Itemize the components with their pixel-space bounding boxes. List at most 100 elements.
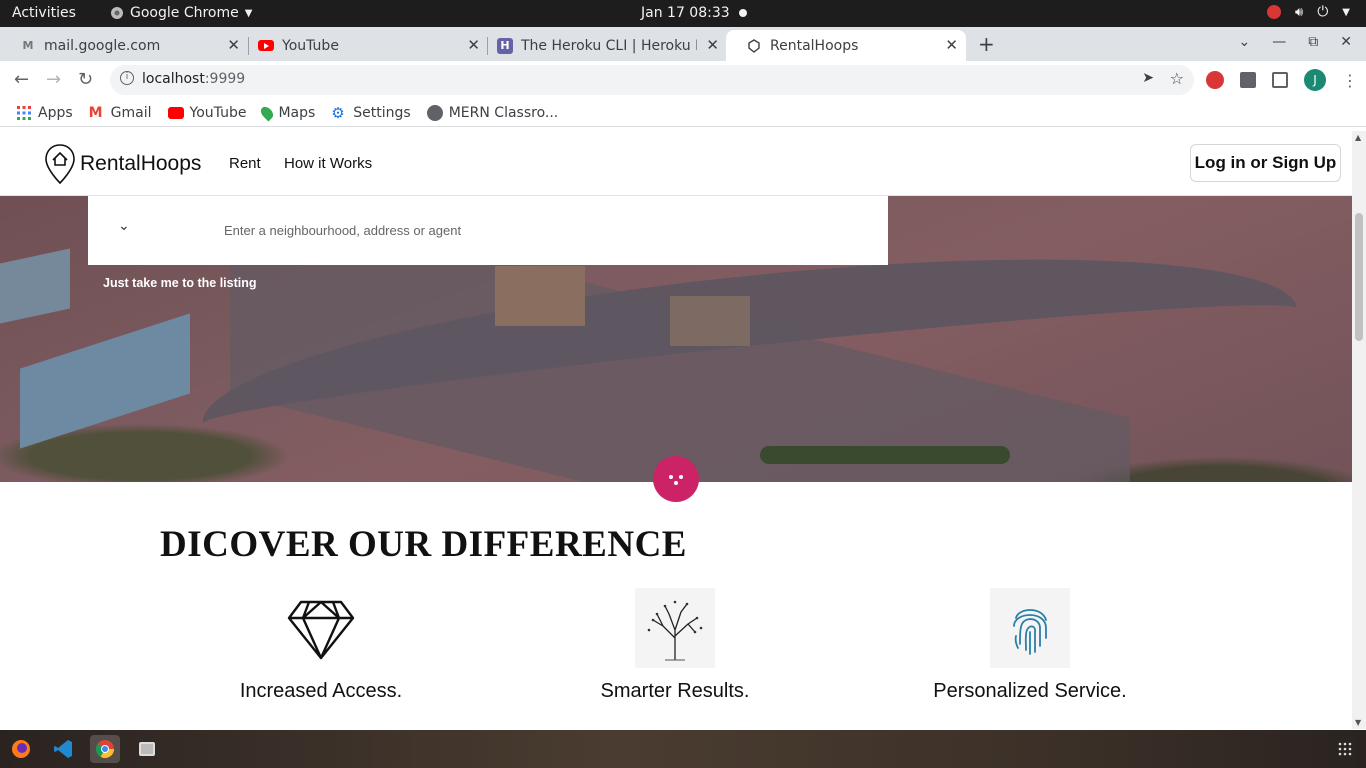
firefox-icon[interactable] <box>6 735 36 763</box>
scroll-up-arrow-icon[interactable]: ▲ <box>1355 133 1361 142</box>
app-menu-label: Google Chrome <box>130 5 239 21</box>
section-title: DICOVER OUR DIFFERENCE <box>160 524 687 565</box>
gmail-icon: M <box>22 39 34 52</box>
hero-photo-median <box>760 446 1010 464</box>
feature-label: Smarter Results. <box>600 680 750 702</box>
bookmark-label: Settings <box>353 104 411 121</box>
system-top-bar: Activities Google Chrome ▼ Jan 17 08:33 … <box>0 0 1366 27</box>
site-header: RentalHoops Rent How it Works Log in or … <box>0 131 1352 196</box>
profile-avatar[interactable]: J <box>1304 69 1326 91</box>
side-panel-icon[interactable] <box>1272 72 1288 88</box>
scroll-down-button[interactable] <box>653 456 699 502</box>
bookmark-label: Maps <box>278 104 316 121</box>
brand-name[interactable]: RentalHoops <box>80 152 201 176</box>
apps-grid-icon <box>17 105 31 120</box>
activities-button[interactable]: Activities <box>12 5 76 21</box>
house-pin-logo-icon[interactable] <box>44 143 76 185</box>
hero-photo-roof <box>0 248 70 324</box>
show-apps-grid-icon[interactable] <box>1338 742 1352 756</box>
hero-photo-building <box>670 296 750 346</box>
feature-label: Increased Access. <box>239 680 403 702</box>
notification-dot <box>739 9 747 17</box>
chrome-icon <box>111 7 123 19</box>
feature-increased-access: Increased Access. <box>171 588 471 703</box>
close-tab-icon[interactable]: ✕ <box>945 36 958 54</box>
fingerprint-icon <box>990 588 1070 668</box>
bookmark-maps[interactable]: Maps <box>258 104 316 121</box>
feature-personalized-service: Personalized Service. <box>880 588 1180 703</box>
feature-smarter-results: Smarter Results. <box>525 588 825 703</box>
system-tray[interactable]: 🔊︎ ⏻ ▼ <box>1267 4 1350 20</box>
minimize-icon[interactable]: — <box>1272 34 1286 50</box>
tab-strip: M mail.google.com ✕ YouTube ✕ H The Hero… <box>0 27 1366 61</box>
login-signup-button[interactable]: Log in or Sign Up <box>1190 144 1341 182</box>
page-scrollbar[interactable]: ▲ ▼ <box>1352 131 1366 729</box>
bookmark-star-icon[interactable]: ☆ <box>1170 69 1184 88</box>
scrollbar-thumb[interactable] <box>1355 213 1363 341</box>
bookmark-label: Gmail <box>110 104 152 121</box>
menu-kebab-icon[interactable]: ⋮ <box>1342 71 1358 90</box>
hero-photo-roof <box>20 313 190 449</box>
tab-rentalhoops[interactable]: RentalHoops ✕ <box>726 30 966 61</box>
tab-title: mail.google.com <box>44 37 161 54</box>
tab-title: YouTube <box>282 37 339 54</box>
bookmarks-bar: Apps M Gmail YouTube Maps ⚙ Settings MER… <box>0 99 1366 127</box>
app-menu[interactable]: Google Chrome ▼ <box>110 5 252 21</box>
send-tab-icon[interactable]: ➤ <box>1142 70 1154 86</box>
dock-taskbar <box>0 730 1366 768</box>
bookmark-label: MERN Classro... <box>448 104 559 121</box>
dot <box>679 475 683 479</box>
diamond-icon <box>281 588 361 668</box>
search-input[interactable] <box>224 218 864 242</box>
tree-icon <box>635 588 715 668</box>
address-bar[interactable]: i localhost:9999 ➤ ☆ <box>110 65 1194 95</box>
rentalhoops-icon <box>746 38 762 54</box>
maps-pin-icon <box>258 104 276 121</box>
extension-icon[interactable] <box>1206 71 1224 89</box>
bookmark-youtube[interactable]: YouTube <box>167 104 247 121</box>
new-tab-button[interactable]: + <box>978 32 995 56</box>
hero-photo-building <box>495 266 585 326</box>
vscode-icon[interactable] <box>48 735 78 763</box>
dot <box>669 475 673 479</box>
bookmark-label: YouTube <box>189 104 247 121</box>
files-icon[interactable] <box>132 735 162 763</box>
clock[interactable]: Jan 17 08:33 <box>641 5 730 21</box>
tab-heroku[interactable]: H The Heroku CLI | Heroku D ✕ <box>477 30 727 61</box>
url-text[interactable]: localhost:9999 <box>142 71 245 87</box>
restore-icon[interactable]: ⧉ <box>1308 34 1318 50</box>
youtube-icon <box>167 106 184 119</box>
scroll-down-arrow-icon[interactable]: ▼ <box>1355 718 1361 727</box>
bookmark-apps[interactable]: Apps <box>16 105 73 121</box>
bookmark-label: Apps <box>38 104 73 121</box>
extensions-puzzle-icon[interactable] <box>1240 72 1256 88</box>
reload-icon[interactable]: ↻ <box>78 69 93 90</box>
chevron-down-icon[interactable]: ⌄ <box>118 218 130 234</box>
chrome-icon[interactable] <box>90 735 120 763</box>
window-controls: ⌄ — ⧉ ✕ <box>1239 34 1352 50</box>
close-window-icon[interactable]: ✕ <box>1340 34 1352 50</box>
close-tab-icon[interactable]: ✕ <box>706 36 719 54</box>
nav-how-it-works[interactable]: How it Works <box>284 155 372 172</box>
tab-title: RentalHoops <box>770 37 859 54</box>
tab-search-icon[interactable]: ⌄ <box>1239 34 1251 50</box>
power-icon: ⏻ <box>1317 4 1329 20</box>
update-indicator-icon[interactable] <box>1267 5 1282 19</box>
bookmark-mern[interactable]: MERN Classro... <box>426 104 559 121</box>
back-arrow-icon[interactable]: ← <box>14 69 29 90</box>
toolbar-extensions: J ⋮ <box>1206 69 1358 91</box>
site-info-icon[interactable]: i <box>120 71 134 85</box>
nav-rent[interactable]: Rent <box>229 155 261 172</box>
bookmark-settings[interactable]: ⚙ Settings <box>331 105 410 121</box>
tab-youtube[interactable]: YouTube ✕ <box>238 30 488 61</box>
listing-link[interactable]: Just take me to the listing <box>103 276 257 290</box>
tab-title: The Heroku CLI | Heroku D <box>521 37 697 54</box>
bookmark-gmail[interactable]: M Gmail <box>89 105 152 121</box>
tab-gmail[interactable]: M mail.google.com ✕ <box>0 30 248 61</box>
feature-label: Personalized Service. <box>933 680 1127 702</box>
caret-down-icon: ▼ <box>1342 6 1350 18</box>
gmail-icon: M <box>88 104 103 121</box>
youtube-icon <box>258 38 274 54</box>
forward-arrow-icon[interactable]: → <box>46 69 61 90</box>
volume-icon: 🔊︎ <box>1295 4 1304 20</box>
